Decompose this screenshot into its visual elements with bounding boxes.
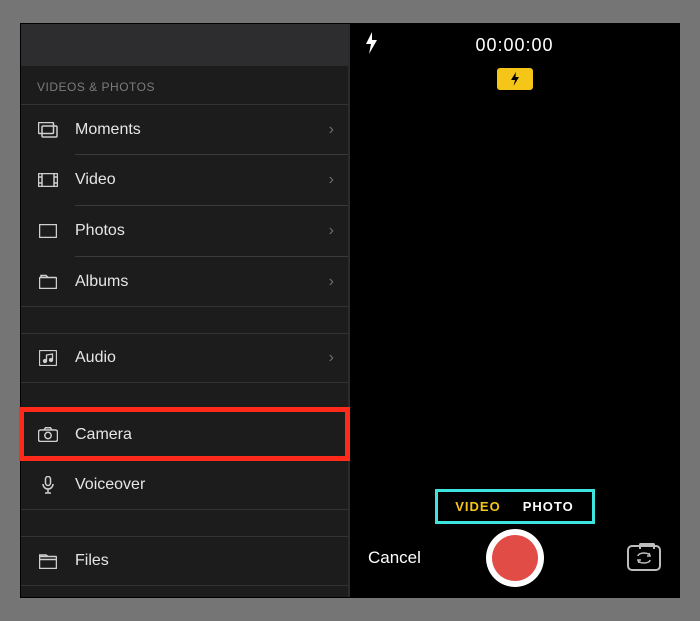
menu-item-audio[interactable]: Audio ›	[21, 333, 348, 383]
switch-camera-button[interactable]	[627, 545, 661, 571]
menu-label: Moments	[75, 121, 329, 139]
camera-viewfinder[interactable]	[350, 90, 679, 492]
photos-icon	[35, 224, 61, 238]
left-header-bar	[21, 24, 348, 66]
menu-label: Files	[75, 552, 334, 570]
moments-icon	[35, 122, 61, 138]
menu-item-files[interactable]: Files	[21, 536, 348, 586]
camera-icon	[35, 427, 61, 442]
capture-mode-selector[interactable]: VIDEO PHOTO	[438, 492, 592, 521]
menu-label: Albums	[75, 273, 329, 291]
section-label-videos-photos: VIDEOS & PHOTOS	[21, 66, 348, 104]
menu-item-photos[interactable]: Photos ›	[21, 206, 348, 256]
app-frame: VIDEOS & PHOTOS Moments › Video › Photos…	[20, 23, 680, 598]
record-timer: 00:00:00	[475, 35, 553, 56]
media-source-panel: VIDEOS & PHOTOS Moments › Video › Photos…	[21, 24, 350, 597]
chevron-right-icon: ›	[329, 349, 334, 367]
menu-item-moments[interactable]: Moments ›	[21, 104, 348, 154]
cancel-button[interactable]: Cancel	[368, 548, 421, 568]
menu-item-voiceover[interactable]: Voiceover	[21, 460, 348, 510]
voiceover-icon	[35, 476, 61, 494]
chevron-right-icon: ›	[329, 121, 334, 139]
chevron-right-icon: ›	[329, 171, 334, 189]
albums-icon	[35, 274, 61, 289]
camera-capture-panel: 00:00:00 VIDEO PHOTO Cancel	[350, 24, 679, 597]
menu-label: Video	[75, 171, 329, 189]
video-icon	[35, 173, 61, 187]
camera-bottom-bar: Cancel	[350, 527, 679, 597]
menu-label: Voiceover	[75, 476, 334, 494]
flash-badge	[497, 68, 533, 90]
menu-label: Photos	[75, 222, 329, 240]
audio-icon	[35, 350, 61, 366]
files-icon	[35, 554, 61, 569]
menu-item-albums[interactable]: Albums ›	[21, 257, 348, 307]
menu-label: Camera	[75, 426, 334, 444]
gap	[21, 383, 348, 409]
chevron-right-icon: ›	[329, 222, 334, 240]
record-button-inner	[492, 535, 538, 581]
menu-item-camera[interactable]: Camera	[21, 409, 348, 459]
record-button[interactable]	[486, 529, 544, 587]
camera-top-bar: 00:00:00	[350, 24, 679, 60]
flash-icon[interactable]	[364, 32, 378, 54]
menu-item-video[interactable]: Video ›	[21, 155, 348, 205]
chevron-right-icon: ›	[329, 273, 334, 291]
mode-video[interactable]: VIDEO	[455, 499, 500, 514]
mode-photo[interactable]: PHOTO	[523, 499, 574, 514]
menu-label: Audio	[75, 349, 329, 367]
gap	[21, 307, 348, 333]
gap	[21, 510, 348, 536]
